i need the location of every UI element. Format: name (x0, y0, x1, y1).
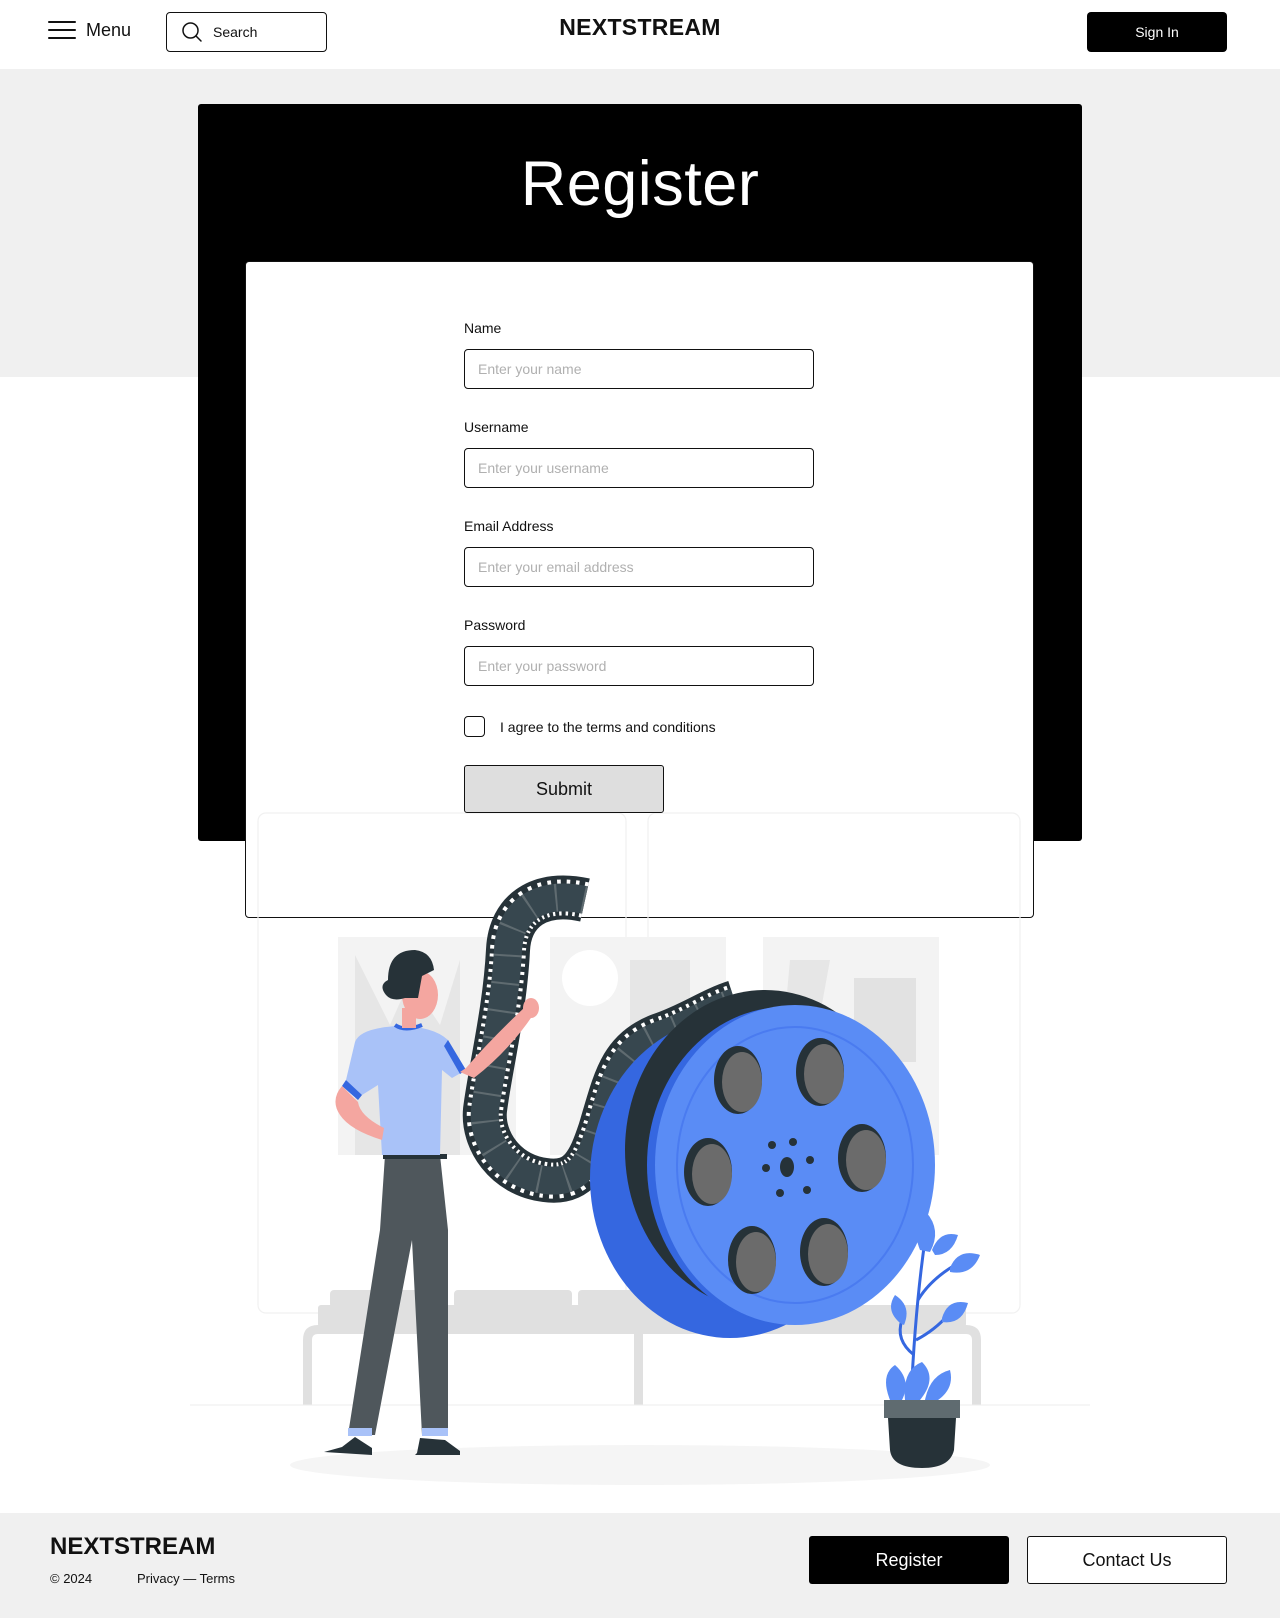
terms-agreement: I agree to the terms and conditions (464, 716, 716, 737)
username-field-group: Username (464, 419, 814, 488)
password-label: Password (464, 617, 526, 633)
password-input[interactable] (464, 646, 814, 686)
footer: NEXTSTREAM © 2024 Privacy — Terms Regist… (0, 1513, 1280, 1618)
name-label: Name (464, 320, 502, 336)
name-field-group: Name (464, 320, 814, 389)
footer-copyright: © 2024 (50, 1571, 93, 1586)
footer-contact-button[interactable]: Contact Us (1027, 1536, 1227, 1584)
username-input[interactable] (464, 448, 814, 488)
bench (303, 1290, 981, 1405)
search-box[interactable]: Search (166, 12, 327, 52)
email-field-group: Email Address (464, 518, 814, 587)
person-with-film-reel-illustration (190, 812, 1090, 1485)
register-form: Name Username Email Address Password (464, 320, 814, 686)
hamburger-menu-icon (48, 19, 76, 41)
email-label: Email Address (464, 518, 554, 534)
name-input[interactable] (464, 349, 814, 389)
terms-label: I agree to the terms and conditions (500, 718, 716, 735)
footer-register-button[interactable]: Register (809, 1536, 1009, 1584)
top-nav-bar: Menu Search NEXTSTREAM Sign In (0, 0, 1280, 69)
password-field-group: Password (464, 617, 814, 686)
username-label: Username (464, 419, 529, 435)
submit-button[interactable]: Submit (464, 765, 664, 813)
email-input[interactable] (464, 547, 814, 587)
terms-checkbox[interactable] (464, 716, 485, 737)
search-icon (182, 22, 202, 42)
footer-brand: NEXTSTREAM (50, 1533, 216, 1560)
page-title: Register (520, 149, 760, 219)
footer-privacy-terms-link[interactable]: Privacy — Terms (137, 1571, 235, 1586)
sign-in-button[interactable]: Sign In (1087, 12, 1227, 52)
menu-label: Menu (86, 19, 132, 40)
menu-button[interactable]: Menu (48, 16, 131, 44)
floor-shadow (290, 1445, 990, 1485)
search-label: Search (213, 24, 258, 40)
brand-logo-text[interactable]: NEXTSTREAM (559, 14, 720, 40)
